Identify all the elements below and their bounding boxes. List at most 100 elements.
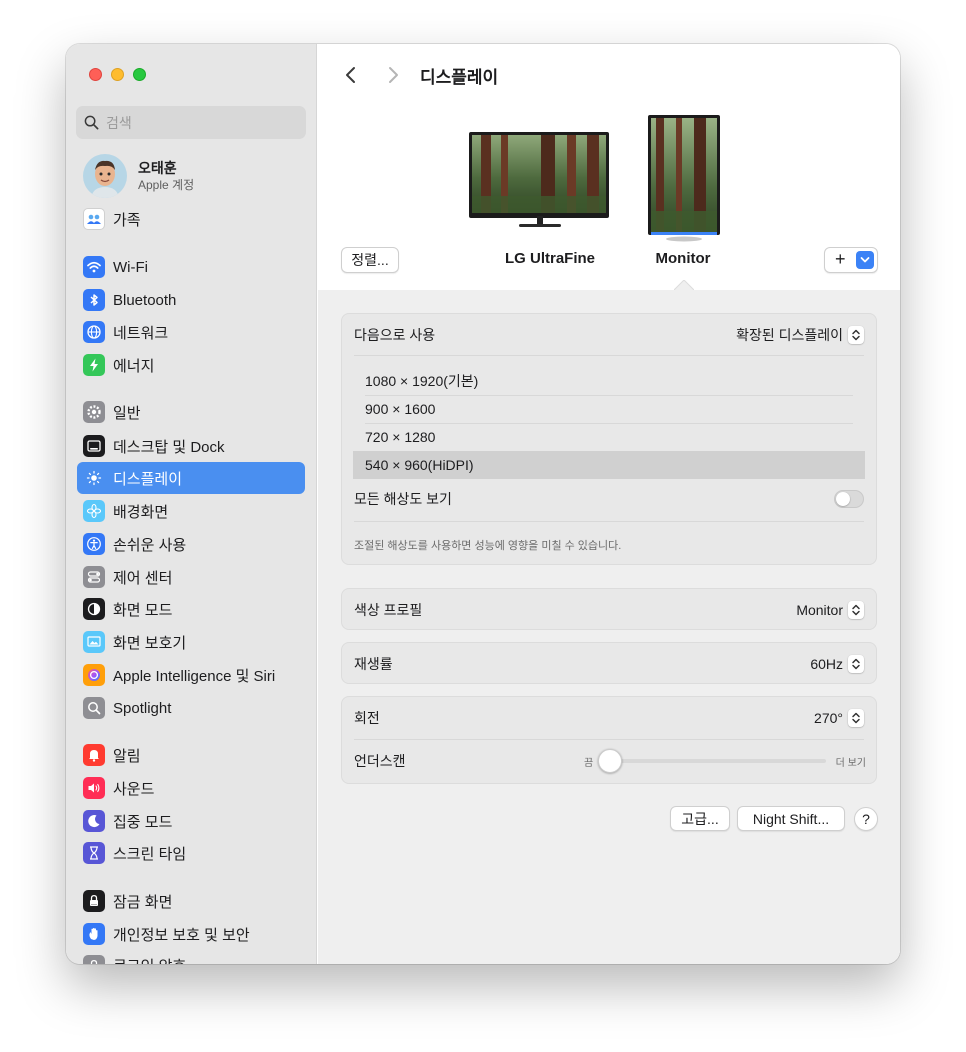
night-shift-button[interactable]: Night Shift... — [737, 806, 845, 831]
sidebar-item-20[interactable]: 개인정보 보호 및 보안 — [77, 918, 305, 950]
refresh-rate-label: 재생률 — [354, 656, 393, 672]
account-subtitle: Apple 계정 — [138, 177, 195, 192]
sidebar-item-8[interactable]: 배경화면 — [77, 495, 305, 527]
appearance-icon — [83, 598, 105, 620]
resolution-option[interactable]: 900 × 1600 — [353, 395, 865, 423]
sidebar-item-label: 디스플레이 — [113, 470, 183, 488]
underscan-slider[interactable]: 끔 더 보기 — [584, 749, 866, 773]
sidebar-item-21[interactable]: 로그인 암호 — [77, 951, 305, 964]
refresh-rate-popup[interactable]: 60Hz — [810, 655, 864, 673]
color-profile-card: 색상 프로필 Monitor — [341, 588, 877, 630]
sidebar-item-label: Spotlight — [113, 699, 172, 717]
sidebar-item-13[interactable]: Apple Intelligence 및 Siri — [77, 659, 305, 691]
bluetooth-icon — [83, 289, 105, 311]
siri-icon — [83, 664, 105, 686]
minimize-window-button[interactable] — [111, 68, 124, 81]
sidebar-item-label: Wi-Fi — [113, 258, 148, 276]
sidebar-item-1[interactable]: Wi-Fi — [77, 251, 305, 283]
sidebar-item-2[interactable]: Bluetooth — [77, 284, 305, 316]
show-all-resolutions-row: 모든 해상도 보기 — [354, 486, 864, 512]
resolution-option[interactable]: 540 × 960(HiDPI) — [353, 451, 865, 479]
color-profile-popup[interactable]: Monitor — [796, 601, 864, 619]
memoji-icon — [91, 160, 119, 198]
back-button[interactable] — [340, 63, 362, 87]
advanced-button[interactable]: 고급... — [670, 806, 730, 831]
wifi-icon — [83, 256, 105, 278]
sidebar: 오태훈 Apple 계정 가족 Wi-Fi Bluetooth 네트워크에너지일반데스… — [66, 44, 317, 964]
sidebar-item-9[interactable]: 손쉬운 사용 — [77, 528, 305, 560]
sidebar-item-18[interactable]: 스크린 타임 — [77, 837, 305, 869]
underscan-slider-track[interactable] — [608, 759, 826, 763]
search-icon — [84, 115, 99, 130]
sun-icon — [83, 467, 105, 489]
search-input[interactable] — [106, 114, 286, 131]
dock-icon — [83, 435, 105, 457]
sidebar-item-3[interactable]: 네트워크 — [77, 316, 305, 348]
main-pane: 디스플레이 정렬... LG UltraFine Monitor + 다음으로 … — [318, 44, 900, 964]
sidebar-item-15[interactable]: 알림 — [77, 739, 305, 771]
sidebar-item-5[interactable]: 일반 — [77, 396, 305, 428]
chevron-right-icon — [389, 67, 398, 83]
search-field[interactable] — [76, 106, 306, 139]
toolbar: 디스플레이 — [318, 44, 900, 104]
sidebar-item-label: 화면 보호기 — [113, 634, 187, 652]
plus-icon: + — [835, 248, 846, 269]
rotation-popup[interactable]: 270° — [814, 709, 864, 727]
selected-display-pointer — [674, 280, 694, 290]
color-profile-value: Monitor — [796, 602, 843, 618]
underscan-max-label: 더 보기 — [835, 758, 866, 769]
display-name-lg-ultrafine[interactable]: LG UltraFine — [485, 250, 615, 267]
sidebar-item-11[interactable]: 화면 모드 — [77, 593, 305, 625]
divider — [354, 521, 864, 522]
sidebar-item-17[interactable]: 집중 모드 — [77, 805, 305, 837]
sidebar-item-label: 사운드 — [113, 780, 155, 798]
use-as-popup[interactable]: 확장된 디스플레이 — [736, 325, 864, 345]
resolution-option[interactable]: 1080 × 1920(기본) — [353, 367, 865, 395]
flower-icon — [83, 500, 105, 522]
bell-icon — [83, 744, 105, 766]
show-all-resolutions-toggle[interactable] — [834, 490, 864, 508]
resolution-option[interactable]: 720 × 1280 — [353, 423, 865, 451]
monitor-display-thumbnail[interactable] — [648, 115, 720, 243]
underscan-min-label: 끔 — [584, 758, 594, 769]
add-display-button[interactable]: + — [824, 247, 878, 273]
sidebar-item-0[interactable]: 가족 — [77, 203, 305, 235]
sidebar-item-label: 손쉬운 사용 — [113, 536, 187, 554]
refresh-rate-value: 60Hz — [810, 656, 843, 672]
sidebar-item-16[interactable]: 사운드 — [77, 772, 305, 804]
sidebar-item-label: Apple Intelligence 및 Siri — [113, 667, 276, 685]
sidebar-item-label: 로그인 암호 — [113, 955, 186, 964]
settings-window: 오태훈 Apple 계정 가족 Wi-Fi Bluetooth 네트워크에너지일반데스… — [66, 44, 900, 964]
speaker-icon — [83, 777, 105, 799]
rotation-card: 회전 270° 언더스캔 끔 더 보기 — [341, 696, 877, 784]
sidebar-item-4[interactable]: 에너지 — [77, 349, 305, 381]
sidebar-item-6[interactable]: 데스크탑 및 Dock — [77, 430, 305, 462]
close-window-button[interactable] — [89, 68, 102, 81]
sidebar-item-label: 잠금 화면 — [113, 893, 173, 911]
chevron-left-icon — [346, 67, 355, 83]
sidebar-item-10[interactable]: 제어 센터 — [77, 561, 305, 593]
zoom-window-button[interactable] — [133, 68, 146, 81]
forward-button[interactable] — [382, 63, 404, 87]
screensaver-icon — [83, 631, 105, 653]
color-profile-label: 색상 프로필 — [354, 602, 423, 618]
lg-ultrafine-display-thumbnail[interactable] — [469, 132, 609, 228]
sidebar-item-12[interactable]: 화면 보호기 — [77, 626, 305, 658]
moon-icon — [83, 810, 105, 832]
help-button[interactable]: ? — [854, 807, 878, 831]
sidebar-item-label: 제어 센터 — [113, 569, 173, 587]
sidebar-item-14[interactable]: Spotlight — [77, 692, 305, 724]
show-all-resolutions-label: 모든 해상도 보기 — [354, 491, 452, 507]
sidebar-item-label: 배경화면 — [113, 503, 169, 521]
sidebar-item-7[interactable]: 디스플레이 — [77, 462, 305, 494]
sidebar-item-label: 스크린 타임 — [113, 845, 187, 863]
account-row[interactable]: 오태훈 Apple 계정 — [83, 154, 194, 198]
chevron-down-icon[interactable] — [856, 251, 874, 269]
sidebar-item-19[interactable]: 잠금 화면 — [77, 885, 305, 917]
underscan-slider-knob[interactable] — [598, 749, 622, 773]
display-name-monitor[interactable]: Monitor — [623, 250, 743, 267]
arrange-button[interactable]: 정렬... — [341, 247, 399, 273]
hand-icon — [83, 923, 105, 945]
lock-screen-icon — [83, 890, 105, 912]
underscan-row: 언더스캔 — [354, 749, 406, 773]
